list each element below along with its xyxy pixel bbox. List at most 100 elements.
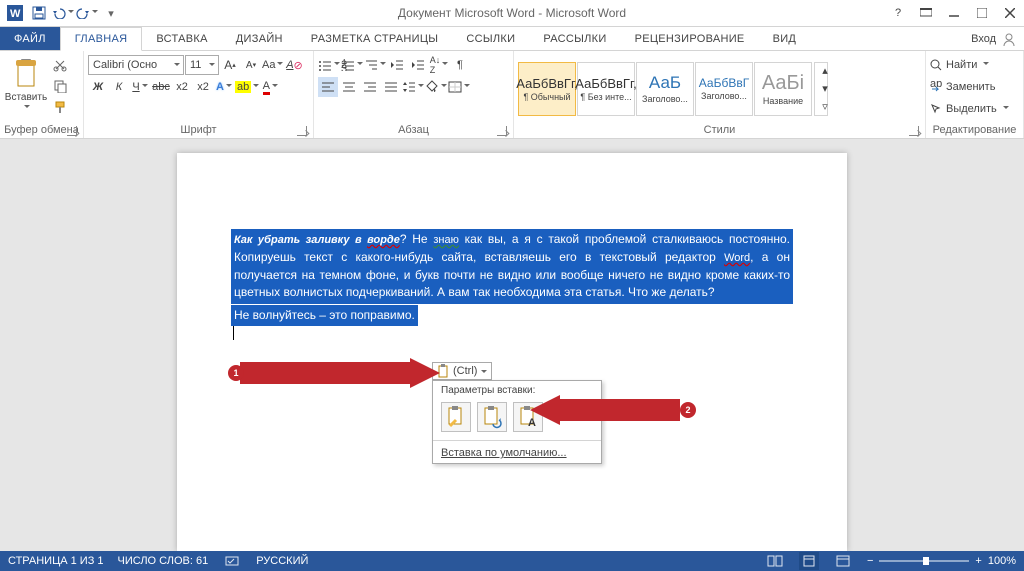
tab-mailings[interactable]: РАССЫЛКИ xyxy=(529,27,620,50)
minimize-button[interactable] xyxy=(940,2,968,24)
italic-button[interactable]: К xyxy=(109,77,129,97)
word-icon: W xyxy=(4,2,26,24)
help-icon[interactable]: ? xyxy=(884,2,912,24)
status-words[interactable]: ЧИСЛО СЛОВ: 61 xyxy=(118,555,209,567)
paste-merge-button[interactable] xyxy=(477,402,507,432)
clipboard-launcher[interactable] xyxy=(67,126,77,136)
decrease-indent-button[interactable] xyxy=(387,55,407,75)
sort-button[interactable]: A↓Z xyxy=(429,55,449,75)
highlight-button[interactable]: ab xyxy=(235,77,259,97)
ribbon-display-icon[interactable] xyxy=(912,2,940,24)
tab-review[interactable]: РЕЦЕНЗИРОВАНИЕ xyxy=(621,27,759,50)
find-icon xyxy=(930,59,942,71)
styles-expand[interactable]: ▿ xyxy=(815,98,835,115)
tab-view[interactable]: ВИД xyxy=(759,27,811,50)
zoom-slider[interactable]: − + 100% xyxy=(867,555,1016,567)
zoom-out-button[interactable]: − xyxy=(867,555,873,567)
undo-button[interactable] xyxy=(52,3,74,23)
multilevel-list-button[interactable] xyxy=(364,55,386,75)
paste-keep-source-button[interactable] xyxy=(441,402,471,432)
bullets-button[interactable] xyxy=(318,55,340,75)
tab-references[interactable]: ССЫЛКИ xyxy=(452,27,529,50)
line-spacing-button[interactable] xyxy=(402,77,424,97)
align-left-button[interactable] xyxy=(318,77,338,97)
style-title[interactable]: АаБіНазвание xyxy=(754,62,812,116)
zoom-in-button[interactable]: + xyxy=(975,555,981,567)
style-heading2[interactable]: АаБбВвГЗаголово... xyxy=(695,62,753,116)
shading-button[interactable] xyxy=(425,77,447,97)
web-layout-button[interactable] xyxy=(833,552,853,570)
align-center-button[interactable] xyxy=(339,77,359,97)
svg-text:A: A xyxy=(528,417,536,429)
show-marks-button[interactable]: ¶ xyxy=(450,55,470,75)
zoom-level[interactable]: 100% xyxy=(988,555,1016,567)
change-case-button[interactable]: Aa xyxy=(262,55,283,75)
style-heading1[interactable]: АаБЗаголово... xyxy=(636,62,694,116)
styles-launcher[interactable] xyxy=(909,126,919,136)
align-right-button[interactable] xyxy=(360,77,380,97)
maximize-button[interactable] xyxy=(968,2,996,24)
annotation-badge-2: 2 xyxy=(680,402,696,418)
style-normal[interactable]: АаБбВвГг,¶ Обычный xyxy=(518,62,576,116)
selected-paragraph[interactable]: Как убрать заливку в ворде? Не знаю как … xyxy=(231,229,793,304)
paste-button[interactable]: Вставить xyxy=(4,53,48,119)
text-cursor xyxy=(233,326,234,340)
replace-button[interactable]: abЗаменить xyxy=(930,77,1020,97)
tab-home[interactable]: ГЛАВНАЯ xyxy=(60,27,143,51)
close-button[interactable] xyxy=(996,2,1024,24)
spellcheck-icon[interactable] xyxy=(222,552,242,570)
tab-insert[interactable]: ВСТАВКА xyxy=(142,27,221,50)
print-layout-button[interactable] xyxy=(799,552,819,570)
document-area[interactable]: Как убрать заливку в ворде? Не знаю как … xyxy=(0,139,1024,551)
tab-layout[interactable]: РАЗМЕТКА СТРАНИЦЫ xyxy=(297,27,453,50)
text-effects-button[interactable]: A xyxy=(214,77,234,97)
copy-button[interactable] xyxy=(50,76,70,96)
paragraph-launcher[interactable] xyxy=(497,126,507,136)
styles-scroll-up[interactable]: ▴ xyxy=(815,63,835,80)
read-mode-button[interactable] xyxy=(765,552,785,570)
group-styles-label: Стили xyxy=(704,124,736,136)
cut-button[interactable] xyxy=(50,55,70,75)
selected-line2[interactable]: Не волнуйтесь – это поправимо. xyxy=(231,305,418,326)
paste-options-tag[interactable]: (Ctrl) xyxy=(432,362,492,380)
style-no-spacing[interactable]: АаБбВвГг,¶ Без инте... xyxy=(577,62,635,116)
underline-button[interactable]: Ч xyxy=(130,77,150,97)
styles-scroll-down[interactable]: ▾ xyxy=(815,80,835,97)
status-page[interactable]: СТРАНИЦА 1 ИЗ 1 xyxy=(8,555,104,567)
bold-button[interactable]: Ж xyxy=(88,77,108,97)
subscript-button[interactable]: x2 xyxy=(172,77,192,97)
replace-icon: ab xyxy=(930,81,942,93)
styles-gallery[interactable]: АаБбВвГг,¶ Обычный АаБбВвГг,¶ Без инте..… xyxy=(518,62,812,116)
redo-button[interactable] xyxy=(76,3,98,23)
font-name-combo[interactable]: Calibri (Осно xyxy=(88,55,184,75)
select-button[interactable]: Выделить xyxy=(930,99,1020,119)
paste-default-link[interactable]: Вставка по умолчанию... xyxy=(433,443,601,463)
select-icon xyxy=(930,103,942,115)
strikethrough-button[interactable]: abc xyxy=(151,77,171,97)
increase-indent-button[interactable] xyxy=(408,55,428,75)
svg-text:W: W xyxy=(10,8,21,20)
font-color-button[interactable]: A xyxy=(260,77,280,97)
numbering-button[interactable]: 123 xyxy=(341,55,363,75)
borders-button[interactable] xyxy=(448,77,470,97)
font-size-combo[interactable]: 11 xyxy=(185,55,219,75)
justify-button[interactable] xyxy=(381,77,401,97)
shrink-font-button[interactable]: A▾ xyxy=(241,55,261,75)
signin-link[interactable]: Вход xyxy=(971,33,996,45)
group-editing-label: Редактирование xyxy=(933,124,1017,136)
tab-file[interactable]: ФАЙЛ xyxy=(0,27,60,50)
font-launcher[interactable] xyxy=(297,126,307,136)
find-button[interactable]: Найти xyxy=(930,55,1020,75)
paste-text-only-button[interactable]: A xyxy=(513,402,543,432)
grow-font-button[interactable]: A▴ xyxy=(220,55,240,75)
save-icon[interactable] xyxy=(28,3,50,23)
format-painter-button[interactable] xyxy=(50,97,70,117)
clear-formatting-button[interactable]: A⊘ xyxy=(284,55,304,75)
tab-design[interactable]: ДИЗАЙН xyxy=(222,27,297,50)
page[interactable]: Как убрать заливку в ворде? Не знаю как … xyxy=(177,153,847,551)
paste-icon xyxy=(12,58,40,90)
superscript-button[interactable]: x2 xyxy=(193,77,213,97)
qat-customize[interactable]: ▾ xyxy=(100,3,122,23)
status-language[interactable]: РУССКИЙ xyxy=(256,555,308,567)
user-icon xyxy=(1002,32,1016,46)
